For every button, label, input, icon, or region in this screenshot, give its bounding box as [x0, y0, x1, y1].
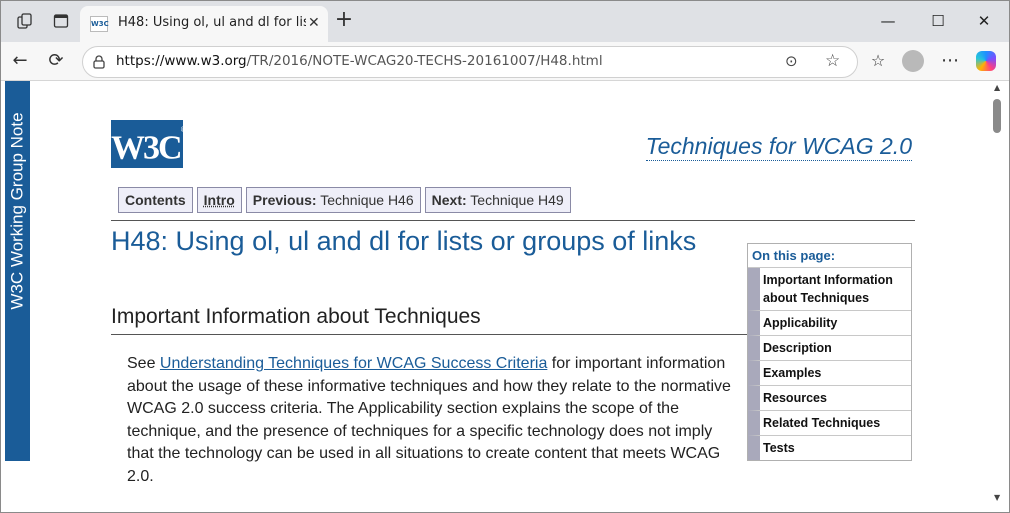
important-info-paragraph: See Understanding Techniques for WCAG Su…	[127, 355, 731, 485]
on-this-page-toc: On this page: Important Information abou…	[747, 243, 912, 461]
lock-icon[interactable]	[93, 54, 105, 73]
more-menu-icon[interactable]: ⋯	[938, 50, 962, 72]
next-technique-button[interactable]: Next: Technique H49	[424, 187, 571, 213]
title-bar: W3C H48: Using ol, ul and dl for lists o…	[0, 0, 1010, 42]
scrollbar-thumb[interactable]	[993, 99, 1001, 133]
tab-title: H48: Using ol, ul and dl for lists or gr…	[118, 15, 306, 30]
w3c-logo[interactable]: W3C®	[111, 120, 187, 168]
document-nav: Contents Intro Previous: Technique H46 N…	[118, 187, 571, 213]
toc-item[interactable]: Examples	[748, 361, 911, 386]
contents-button[interactable]: Contents	[118, 187, 193, 213]
refresh-icon[interactable]: ⟳	[44, 50, 68, 72]
toc-item[interactable]: Description	[748, 336, 911, 361]
scroll-up-arrow-icon[interactable]: ▲	[994, 83, 1000, 92]
address-bar[interactable]: https://www.w3.org/TR/2016/NOTE-WCAG20-T…	[82, 46, 858, 78]
copilot-icon[interactable]	[976, 51, 996, 71]
scroll-down-arrow-icon[interactable]: ▼	[994, 493, 1000, 502]
minimize-button[interactable]: —	[868, 6, 908, 36]
intro-button[interactable]: Intro	[196, 187, 242, 213]
workspaces-icon[interactable]	[12, 8, 38, 34]
toc-title: On this page:	[748, 244, 911, 268]
toc-item[interactable]: Important Information about Techniques	[748, 268, 911, 311]
page-content: W3C Working Group Note W3C® Techniques f…	[0, 81, 1010, 513]
profile-avatar[interactable]	[902, 50, 924, 72]
page-actions-icon[interactable]: ⊙	[785, 52, 798, 70]
toc-item[interactable]: Related Techniques	[748, 411, 911, 436]
close-tab-icon[interactable]: ✕	[308, 15, 320, 31]
tab-actions-icon[interactable]	[48, 8, 74, 34]
active-tab[interactable]: W3C H48: Using ol, ul and dl for lists o…	[80, 6, 328, 42]
toc-item[interactable]: Applicability	[748, 311, 911, 336]
understanding-techniques-link[interactable]: Understanding Techniques for WCAG Succes…	[160, 355, 547, 372]
close-window-button[interactable]: ✕	[964, 6, 1004, 36]
previous-technique-button[interactable]: Previous: Technique H46	[245, 187, 421, 213]
section-divider	[111, 334, 747, 335]
w3c-favicon-icon: W3C	[90, 16, 109, 32]
favorite-star-icon[interactable]: ☆	[825, 51, 840, 71]
toc-item[interactable]: Resources	[748, 386, 911, 411]
header-divider	[111, 220, 915, 221]
maximize-button[interactable]: ☐	[918, 6, 958, 36]
page-scrollbar[interactable]	[990, 81, 1006, 513]
favorites-icon[interactable]: ☆	[866, 50, 890, 72]
back-arrow-icon[interactable]: ←	[8, 50, 32, 72]
url-text: https://www.w3.org/TR/2016/NOTE-WCAG20-T…	[116, 53, 603, 69]
new-tab-button[interactable]: +	[332, 8, 356, 34]
section-heading: Important Information about Techniques	[111, 305, 481, 328]
page-title: H48: Using ol, ul and dl for lists or gr…	[111, 226, 697, 256]
document-title-link[interactable]: Techniques for WCAG 2.0	[645, 132, 912, 161]
toc-item[interactable]: Tests	[748, 436, 911, 460]
navigation-bar: ← ⟳ https://www.w3.org/TR/2016/NOTE-WCAG…	[0, 42, 1010, 81]
working-group-label: W3C Working Group Note	[7, 112, 27, 310]
